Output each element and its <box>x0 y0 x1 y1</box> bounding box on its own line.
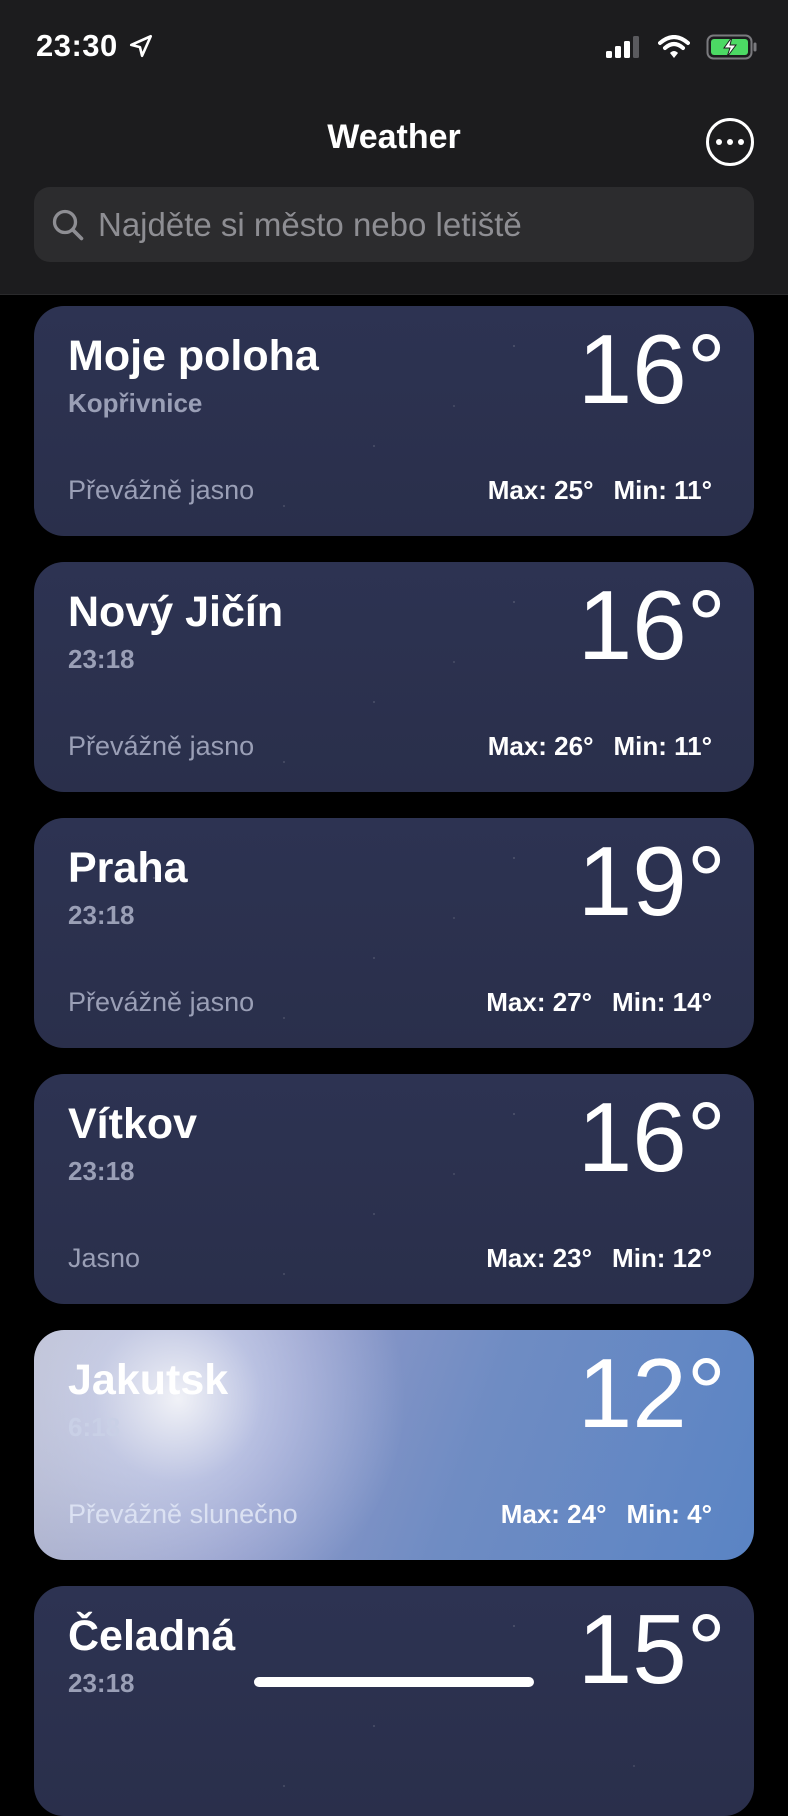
city-temperature: 16° <box>577 570 726 680</box>
city-temperature: 16° <box>577 1082 726 1192</box>
city-subtitle: Kopřivnice <box>68 388 203 418</box>
city-condition: Převážně jasno <box>68 731 255 761</box>
city-subtitle: 23:18 <box>68 644 135 674</box>
more-dot-icon <box>716 139 722 145</box>
city-subtitle: 23:18 <box>68 1156 135 1186</box>
city-max: Max: 25° <box>487 475 594 505</box>
city-card[interactable]: Praha 23:18 19° Převážně jasno Max: 27° … <box>34 818 754 1048</box>
more-options-button[interactable] <box>706 118 754 166</box>
search-icon <box>52 209 84 240</box>
home-indicator[interactable] <box>254 1677 534 1687</box>
city-max: Max: 27° <box>486 987 593 1017</box>
city-min: Min: 11° <box>613 475 712 505</box>
city-high-low: Max: 24° Min: 4° <box>501 1499 712 1530</box>
battery-charging-icon <box>706 34 757 60</box>
status-icons <box>606 34 758 60</box>
status-bar-time: 23:30 <box>36 28 154 64</box>
city-max: Max: 26° <box>487 731 594 761</box>
city-high-low: Max: 27° Min: 14° <box>486 987 712 1018</box>
city-name: Jakutsk <box>68 1356 229 1404</box>
more-dot-icon <box>738 139 744 145</box>
clock: 23:30 <box>36 28 118 63</box>
city-condition: Převážně jasno <box>68 987 255 1017</box>
city-condition: Převážně jasno <box>68 475 255 505</box>
city-card[interactable]: Moje poloha Kopřivnice 16° Převážně jasn… <box>34 306 754 536</box>
city-min: Min: 14° <box>612 987 712 1017</box>
city-name: Moje poloha <box>68 332 319 380</box>
city-name: Nový Jičín <box>68 588 284 636</box>
city-high-low: Max: 26° Min: 11° <box>488 731 712 762</box>
city-max: Max: 24° <box>500 1499 607 1529</box>
city-name: Vítkov <box>68 1100 198 1148</box>
city-max: Max: 23° <box>486 1243 593 1273</box>
city-temperature: 19° <box>577 826 726 936</box>
search-placeholder: Najděte si město nebo letiště <box>98 205 522 243</box>
more-dot-icon <box>727 139 733 145</box>
city-card[interactable]: Jakutsk 6:18 12° Převážně slunečno Max: … <box>34 1330 754 1560</box>
wifi-icon <box>658 35 690 58</box>
city-condition: Převážně slunečno <box>68 1499 298 1529</box>
location-arrow-icon <box>129 34 152 58</box>
city-high-low: Max: 25° Min: 11° <box>488 475 712 506</box>
city-card[interactable]: Vítkov 23:18 16° Jasno Max: 23° Min: 12° <box>34 1074 754 1304</box>
city-subtitle: 6:18 <box>68 1412 121 1442</box>
city-temperature: 12° <box>577 1338 726 1448</box>
city-name: Praha <box>68 844 188 892</box>
city-temperature: 16° <box>577 314 726 424</box>
cellular-signal-icon <box>606 36 639 58</box>
city-subtitle: 23:18 <box>68 1668 135 1698</box>
city-min: Min: 12° <box>612 1243 712 1273</box>
search-input[interactable]: Najděte si město nebo letiště <box>34 187 754 262</box>
city-subtitle: 23:18 <box>68 900 135 930</box>
city-temperature: 15° <box>577 1594 726 1704</box>
city-card[interactable]: Nový Jičín 23:18 16° Převážně jasno Max:… <box>34 562 754 792</box>
city-name: Čeladná <box>68 1612 236 1660</box>
city-high-low: Max: 23° Min: 12° <box>486 1243 712 1274</box>
city-card[interactable]: Čeladná 23:18 15° <box>34 1586 754 1816</box>
city-min: Min: 4° <box>626 1499 712 1529</box>
city-condition: Jasno <box>68 1243 141 1273</box>
page-title: Weather <box>327 118 461 156</box>
top-bar: 23:30 Weather Najděte si město nebo leti… <box>0 0 788 295</box>
city-min: Min: 11° <box>613 731 712 761</box>
